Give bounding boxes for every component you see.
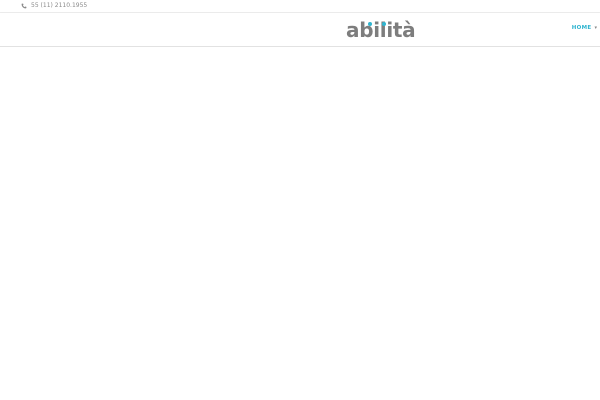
site-logo[interactable]: abilità — [346, 16, 416, 44]
chevron-down-icon[interactable]: ▾ — [594, 25, 597, 31]
top-contact-bar: 55 (11) 2110.1955 — [0, 0, 600, 13]
phone-icon — [21, 3, 27, 9]
main-nav: HOME ▾ — [572, 25, 597, 31]
main-content-area — [0, 47, 600, 400]
phone-number: 55 (11) 2110.1955 — [31, 2, 88, 9]
nav-item-home[interactable]: HOME — [572, 25, 592, 31]
logo-dot-1 — [368, 22, 372, 26]
site-header: abilità HOME ▾ — [0, 13, 600, 47]
logo-dot-2 — [382, 22, 386, 26]
contact-phone[interactable]: 55 (11) 2110.1955 — [21, 2, 87, 10]
logo-text: abilità — [346, 18, 416, 42]
